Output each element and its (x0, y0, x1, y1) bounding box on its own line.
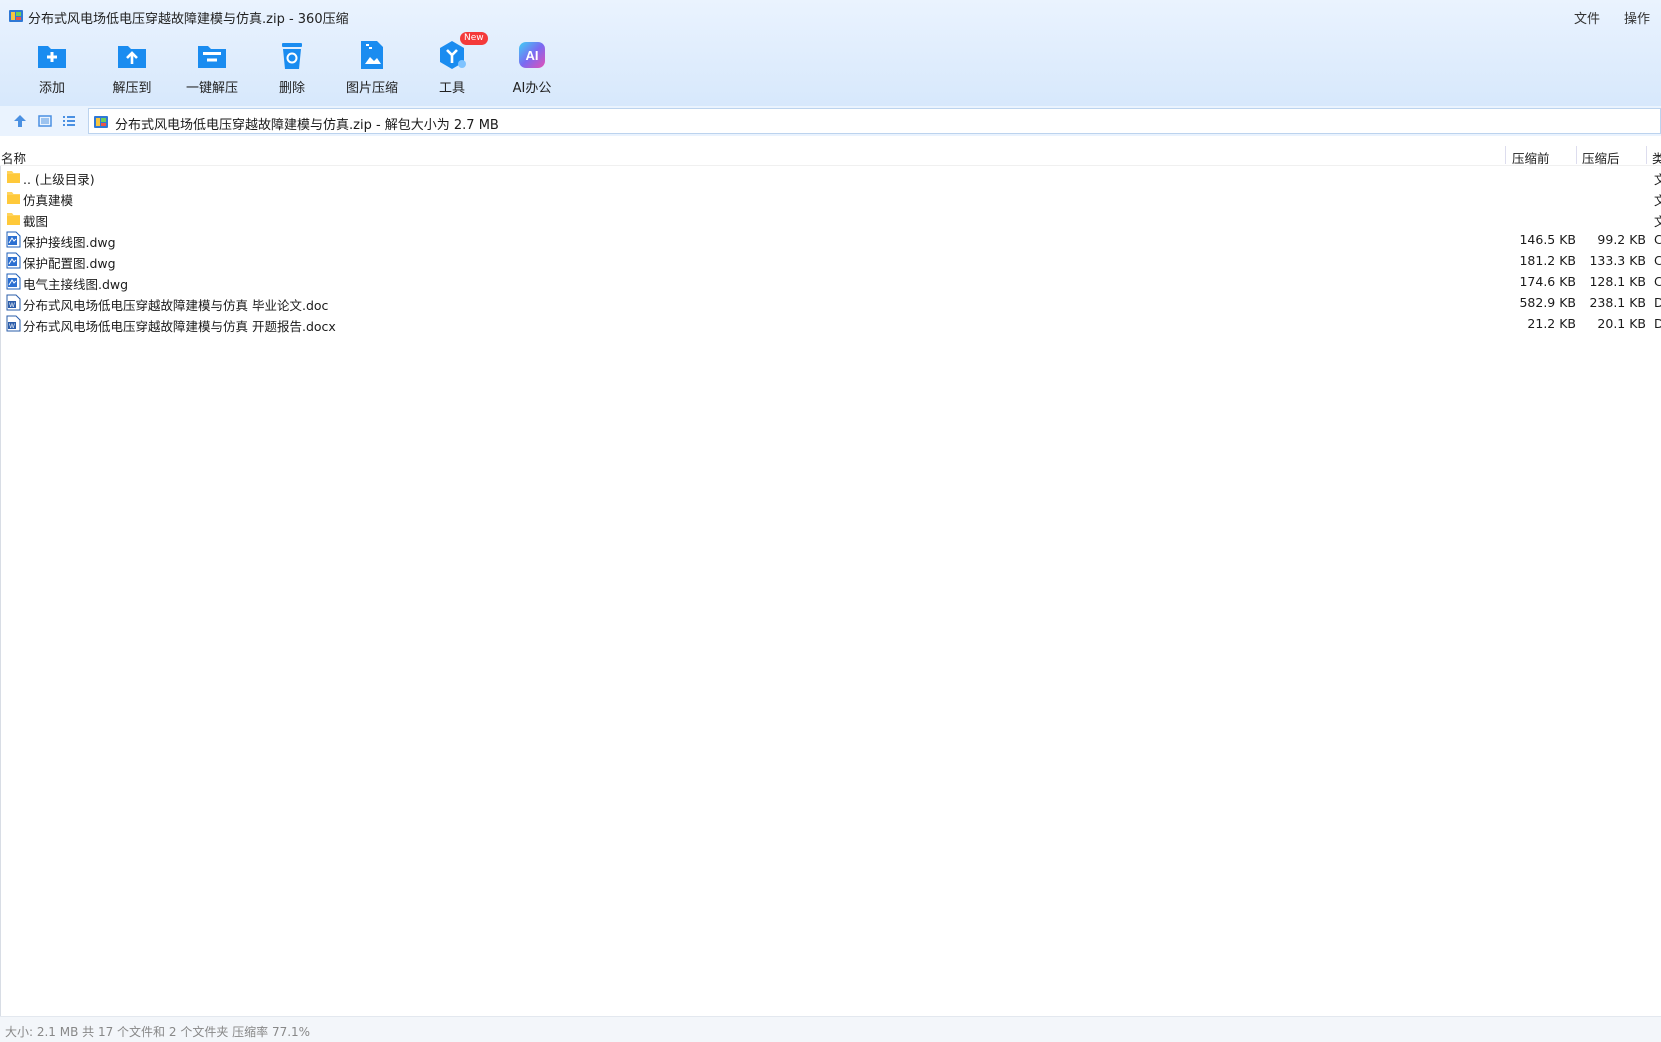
extract-to-label: 解压到 (112, 81, 152, 96)
svg-text:W: W (9, 303, 15, 309)
folder-icon (7, 213, 20, 225)
file-row[interactable]: W 分布式风电场低电压穿越故障建模与仿真 开题报告.docx 21.2 KB 20.1… (0, 313, 1661, 334)
file-name: 保护配置图.dwg (23, 256, 116, 271)
ai-office-icon: AI (519, 42, 545, 68)
file-row[interactable]: .. (上级目录) 文 (0, 166, 1661, 187)
delete-label: 删除 (278, 81, 305, 96)
size-after: 133.3 KB (1589, 253, 1646, 268)
file-name: 分布式风电场低电压穿越故障建模与仿真 毕业论文.doc (23, 298, 329, 313)
add-icon (38, 46, 66, 68)
file-row[interactable]: 仿真建模 文 (0, 187, 1661, 208)
folder-icon (7, 192, 20, 204)
column-before-header[interactable]: 压缩前 (1512, 148, 1550, 167)
file-type: C (1654, 253, 1661, 268)
dwg-file-icon (6, 252, 21, 269)
file-row[interactable]: 保护配置图.dwg 181.2 KB 133.3 KB C (0, 250, 1661, 271)
file-name: 分布式风电场低电压穿越故障建模与仿真 开题报告.docx (23, 319, 336, 334)
ai-office-button[interactable]: AI AI办公 (492, 34, 572, 96)
word-doc-icon: W (6, 294, 21, 311)
new-badge: New (460, 32, 488, 45)
image-compress-icon (361, 41, 383, 69)
dwg-file-icon (6, 273, 21, 290)
word-doc-icon: W (6, 315, 21, 332)
extract-to-button[interactable]: 解压到 (92, 34, 172, 96)
size-after: 238.1 KB (1589, 295, 1646, 310)
file-row[interactable]: 截图 文 (0, 208, 1661, 229)
file-row[interactable]: 电气主接线图.dwg 174.6 KB 128.1 KB C (0, 271, 1661, 292)
file-type: 文 (1654, 214, 1661, 229)
thumbnail-view-icon[interactable] (37, 113, 53, 129)
extract-to-icon (118, 46, 146, 68)
title-bar: 分布式风电场低电压穿越故障建模与仿真.zip - 360压缩 文件 操作 (0, 0, 1661, 32)
size-after: 128.1 KB (1589, 274, 1646, 289)
toolbar: 添加 解压到 一键解压 删除 图片压缩 New 工具 AI AI办公 (0, 32, 1000, 100)
ai-office-label: AI办公 (512, 81, 552, 96)
address-text: 分布式风电场低电压穿越故障建模与仿真.zip - 解包大小为 2.7 MB (115, 118, 499, 133)
one-click-extract-label: 一键解压 (185, 81, 238, 96)
column-type-header[interactable]: 类 (1652, 148, 1661, 167)
menu-operate[interactable]: 操作 (1620, 6, 1654, 29)
column-divider[interactable] (1646, 146, 1647, 164)
add-button[interactable]: 添加 (12, 34, 92, 96)
address-bar[interactable]: 分布式风电场低电压穿越故障建模与仿真.zip - 解包大小为 2.7 MB (88, 108, 1661, 134)
dwg-file-icon (6, 231, 21, 248)
file-name: 电气主接线图.dwg (23, 277, 129, 292)
column-after-header[interactable]: 压缩后 (1582, 148, 1620, 167)
column-divider[interactable] (1576, 146, 1577, 164)
status-text: 大小: 2.1 MB 共 17 个文件和 2 个文件夹 压缩率 77.1% (5, 1025, 311, 1039)
address-row: 分布式风电场低电压穿越故障建模与仿真.zip - 解包大小为 2.7 MB (0, 106, 1661, 136)
file-name: 保护接线图.dwg (23, 235, 116, 250)
one-click-extract-button[interactable]: 一键解压 (172, 34, 252, 96)
list-view-icon[interactable] (61, 113, 77, 129)
window-title: 分布式风电场低电压穿越故障建模与仿真.zip - 360压缩 (28, 12, 349, 27)
one-click-extract-icon (198, 46, 226, 68)
add-label: 添加 (38, 81, 65, 96)
delete-icon (282, 43, 302, 69)
up-arrow-icon[interactable] (12, 113, 28, 129)
file-row[interactable]: W 分布式风电场低电压穿越故障建模与仿真 毕业论文.doc 582.9 KB 238.… (0, 292, 1661, 313)
svg-text:W: W (9, 324, 15, 330)
tools-button[interactable]: New 工具 (412, 32, 492, 96)
column-divider[interactable] (1505, 146, 1506, 164)
menu-file[interactable]: 文件 (1570, 6, 1604, 29)
zip-file-icon (94, 116, 108, 128)
file-row[interactable]: 保护接线图.dwg 146.5 KB 99.2 KB C (0, 229, 1661, 250)
column-header-row: 名称 压缩前 压缩后 类 (0, 144, 1661, 166)
image-compress-label: 图片压缩 (345, 81, 398, 96)
size-after: 99.2 KB (1597, 232, 1646, 247)
size-after: 20.1 KB (1597, 316, 1646, 331)
file-type: D (1654, 316, 1661, 331)
image-compress-button[interactable]: 图片压缩 (332, 34, 412, 96)
column-name-header[interactable]: 名称 (1, 148, 26, 167)
file-type: C (1654, 274, 1661, 289)
file-name: .. (上级目录) (23, 172, 95, 187)
file-type: C (1654, 232, 1661, 247)
archive-app-icon (9, 10, 23, 22)
tools-label: 工具 (438, 81, 465, 96)
file-type: 文 (1654, 172, 1661, 187)
folder-icon (7, 171, 20, 183)
delete-button[interactable]: 删除 (252, 34, 332, 96)
file-name: 仿真建模 (23, 193, 74, 208)
ai-icon-text: AI (526, 48, 539, 63)
status-bar: 大小: 2.1 MB 共 17 个文件和 2 个文件夹 压缩率 77.1% (0, 1016, 1661, 1042)
file-type: 文 (1654, 193, 1661, 208)
file-type: D (1654, 295, 1661, 310)
file-name: 截图 (23, 214, 49, 229)
